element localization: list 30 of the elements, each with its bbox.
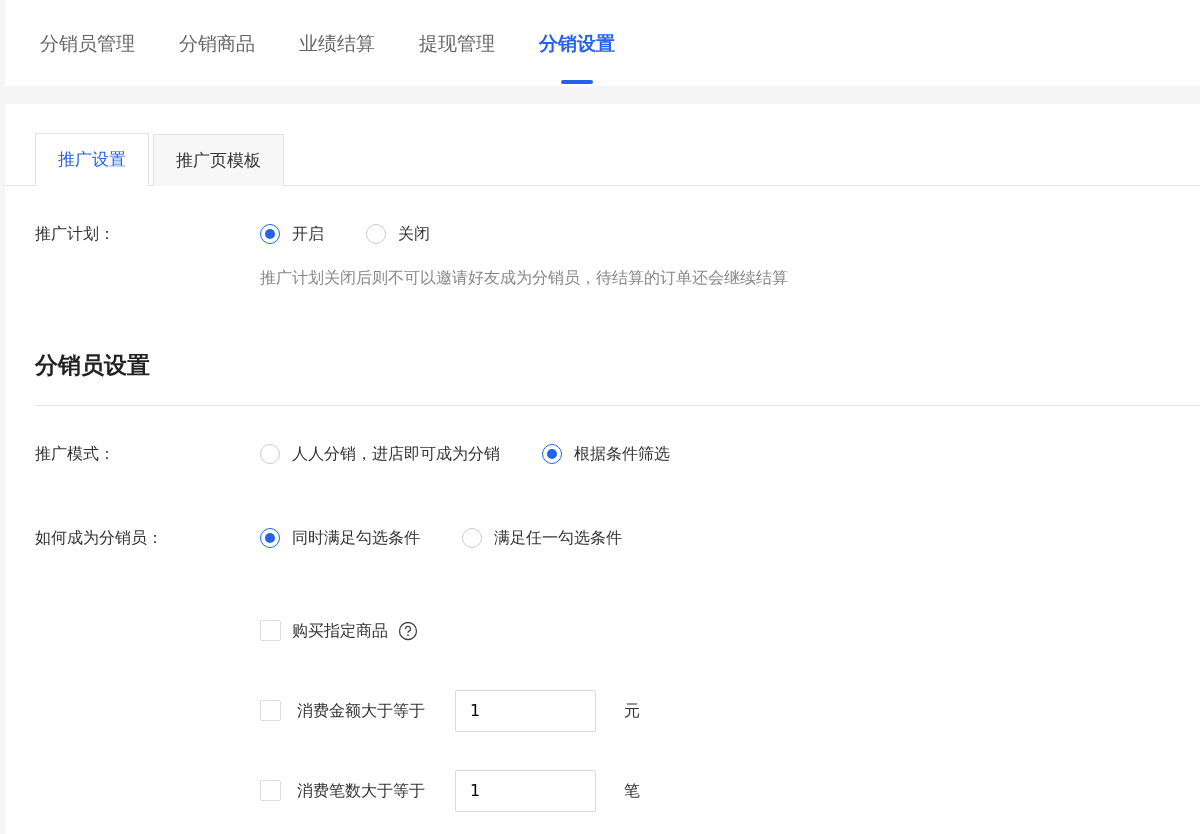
radio-option[interactable]: 开启 bbox=[260, 222, 324, 246]
checkbox[interactable] bbox=[260, 700, 281, 721]
value-input[interactable]: 1 bbox=[455, 769, 596, 812]
field-label: 推广计划： bbox=[35, 223, 116, 245]
radio-option[interactable]: 同时满足勾选条件 bbox=[260, 525, 420, 550]
nav-tab[interactable]: 分销设置 bbox=[539, 0, 615, 86]
checkbox-label[interactable]: 消费笔数大于等于 bbox=[297, 778, 425, 803]
value-input[interactable]: 1 bbox=[455, 689, 596, 732]
field-label: 推广模式： bbox=[35, 442, 116, 465]
hint-text: 推广计划关闭后则不可以邀请好友成为分销员，待结算的订单还会继续结算 bbox=[259, 267, 789, 289]
radio-option[interactable]: 根据条件筛选 bbox=[542, 441, 670, 466]
radio-option[interactable]: 关闭 bbox=[366, 222, 430, 246]
help-icon[interactable] bbox=[398, 620, 418, 641]
checkbox[interactable] bbox=[260, 780, 281, 801]
nav-tab[interactable]: 分销商品 bbox=[179, 0, 255, 86]
unit-label: 笔 bbox=[624, 779, 640, 802]
radio-option[interactable]: 人人分销，进店即可成为分销 bbox=[260, 441, 500, 466]
radio-option[interactable]: 满足任一勾选条件 bbox=[462, 525, 622, 550]
sub-tab[interactable]: 推广页模板 bbox=[153, 134, 284, 186]
nav-tab[interactable]: 提现管理 bbox=[419, 0, 495, 86]
checkbox[interactable] bbox=[260, 620, 281, 641]
field-label: 如何成为分销员： bbox=[35, 526, 164, 549]
sub-tab[interactable]: 推广设置 bbox=[35, 133, 149, 186]
nav-tab[interactable]: 业绩结算 bbox=[299, 0, 375, 86]
active-tab-underline bbox=[561, 80, 593, 84]
section-title: 分销员设置 bbox=[33, 351, 151, 380]
unit-label: 元 bbox=[624, 699, 640, 722]
checkbox-label[interactable]: 购买指定商品 bbox=[292, 618, 388, 643]
nav-tab[interactable]: 分销员管理 bbox=[40, 0, 135, 86]
checkbox-label[interactable]: 消费金额大于等于 bbox=[297, 698, 425, 723]
